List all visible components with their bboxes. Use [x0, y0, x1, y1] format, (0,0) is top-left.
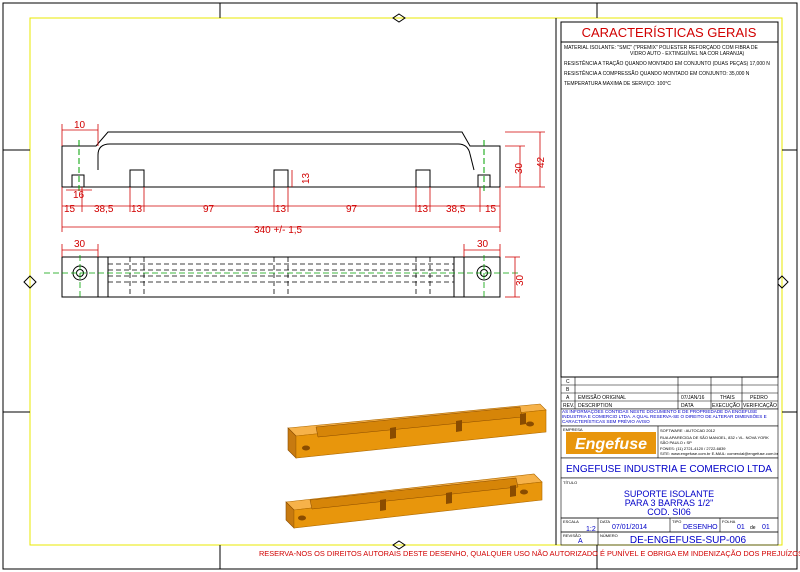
characteristics-panel: CARACTERÍSTICAS GERAIS MATERIAL ISOLANTE… [560, 21, 779, 378]
date-value: 07/01/2014 [612, 524, 647, 531]
dim-10: 10 [74, 120, 86, 131]
rev-value: A [578, 538, 583, 545]
company-block: EMPRESA Engefuse SOFTWARE : AUTOCAD 2012… [560, 425, 779, 459]
rev-row-a-desc: EMISSÃO ORIGINAL [578, 394, 626, 401]
title-label: TÍTULO [563, 480, 577, 485]
rev-header-exec: EXECUÇÃO [712, 402, 740, 409]
company-software: SOFTWARE : AUTOCAD 2012 [660, 428, 716, 433]
dim-row-15-right: 15 [485, 204, 497, 215]
number-label: NÚMERO [600, 533, 618, 538]
type-label: TIPO [672, 519, 681, 524]
company-logo-text: Engefuse [575, 436, 647, 453]
sheet-of: de [750, 525, 756, 531]
date-label: DATA [600, 519, 610, 524]
drawing-number: DE-ENGEFUSE-SUP-006 [630, 535, 747, 546]
dim-row-38-left: 38,5 [94, 204, 114, 215]
type-value: DESENHO [683, 524, 718, 531]
scale-label: ESCALA [563, 519, 579, 524]
sheet-total: 01 [762, 524, 770, 531]
rev-row-c: C [566, 379, 570, 385]
dim-30-top-left: 30 [74, 239, 86, 250]
dim-30-top-right: 30 [477, 239, 489, 250]
dim-total: 340 +/- 1,5 [254, 225, 303, 236]
rev-row-a-verif: PEDRO [750, 395, 768, 401]
company-name: ENGEFUSE INDUSTRIA E COMERCIO LTDA [566, 464, 772, 475]
scale-value: 1:2 [586, 526, 596, 533]
dim-row-38-right: 38,5 [446, 204, 466, 215]
characteristics-line-3: RESISTÊNCIA A TRAÇÃO QUANDO MONTADO EM C… [564, 59, 770, 67]
company-label: EMPRESA [563, 427, 583, 432]
characteristics-line-5: TEMPERATURA MAXIMA DE SERVIÇO: 100°C [564, 81, 671, 87]
sheet-num: 01 [737, 524, 745, 531]
rev-row-a-date: 07/JAN/16 [681, 395, 705, 401]
dim-row-13-b: 13 [275, 204, 287, 215]
characteristics-line-4: RESISTÊNCIA A COMPRESSÃO QUANDO MONTADO … [564, 69, 750, 77]
drawing-sheet: 10 16 13 30 42 15 38,5 13 97 13 97 13 38… [2, 2, 800, 570]
footer-note: RESERVA-NOS OS DIREITOS AUTORAIS DESTE D… [259, 549, 800, 558]
dim-row-13-a: 13 [131, 204, 143, 215]
dim-row-97-b: 97 [346, 204, 358, 215]
company-address-2: SÃO PAULO • SP [660, 440, 692, 445]
dim-30-front: 30 [514, 162, 525, 174]
sheet-label: FOLHA [722, 519, 736, 524]
rev-header-verif: VERIFICAÇÃO [743, 402, 777, 409]
title-line-3: COD. SI06 [647, 507, 691, 517]
dim-row-15-left: 15 [64, 204, 76, 215]
dim-16: 16 [73, 190, 85, 201]
rev-row-a-exec: THAIS [720, 395, 735, 401]
characteristics-line-2: VIDRO AUTO - EXTINGUÍVEL NA COR LARANJA) [630, 50, 745, 57]
ownership-notice: AS INFORMAÇÕES CONTIDAS NESTE DOCUMENTO … [562, 409, 767, 424]
dim-row-97-a: 97 [203, 204, 215, 215]
dim-30-top-side: 30 [515, 274, 526, 286]
dim-42-front: 42 [536, 156, 547, 168]
characteristics-title: CARACTERÍSTICAS GERAIS [582, 25, 757, 40]
dim-13-vertical: 13 [301, 172, 312, 184]
company-site: SITE: www.engefuse.com.br E-MAIL: comerc… [660, 451, 779, 456]
dim-row-13-c: 13 [417, 204, 429, 215]
